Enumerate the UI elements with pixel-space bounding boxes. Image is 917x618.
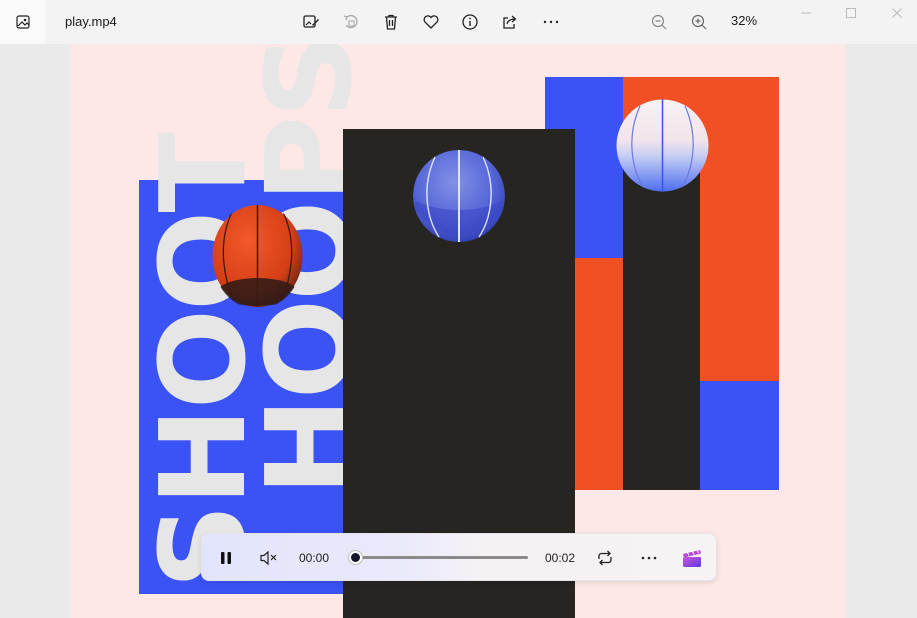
info-icon[interactable] <box>458 10 482 34</box>
maximize-button[interactable] <box>840 4 862 22</box>
rotate-icon[interactable] <box>339 10 363 34</box>
white-basketball <box>616 97 709 194</box>
media-controls-bar: 00:00 00:02 <box>201 533 717 581</box>
favorite-heart-icon[interactable] <box>419 10 443 34</box>
video-frame[interactable]: SHOOT HOOPS <box>71 44 846 618</box>
more-options-icon[interactable] <box>638 547 660 569</box>
zoom-in-icon[interactable] <box>687 10 711 34</box>
loop-icon[interactable] <box>594 547 616 569</box>
photos-app-icon <box>0 0 45 44</box>
mute-volume-icon[interactable] <box>258 548 280 568</box>
current-time: 00:00 <box>299 551 330 565</box>
zoom-level[interactable]: 32% <box>731 13 757 28</box>
seek-slider[interactable] <box>347 550 528 565</box>
clipchamp-editor-icon[interactable] <box>680 546 704 570</box>
delete-icon[interactable] <box>379 10 403 34</box>
pause-button[interactable] <box>214 546 238 570</box>
blue-basketball <box>413 149 505 243</box>
duration-time: 00:02 <box>545 551 576 565</box>
window-title: play.mp4 <box>65 14 117 29</box>
orange-basketball <box>212 204 303 309</box>
minimize-button[interactable] <box>795 4 817 22</box>
share-icon[interactable] <box>498 10 522 34</box>
more-icon[interactable] <box>539 10 563 34</box>
edit-image-icon[interactable] <box>299 10 323 34</box>
close-button[interactable] <box>886 4 908 22</box>
zoom-out-icon[interactable] <box>647 10 671 34</box>
title-bar: play.mp4 32% <box>0 0 917 44</box>
seek-thumb[interactable] <box>347 550 363 565</box>
blue-panel-bottom-right <box>700 381 779 490</box>
